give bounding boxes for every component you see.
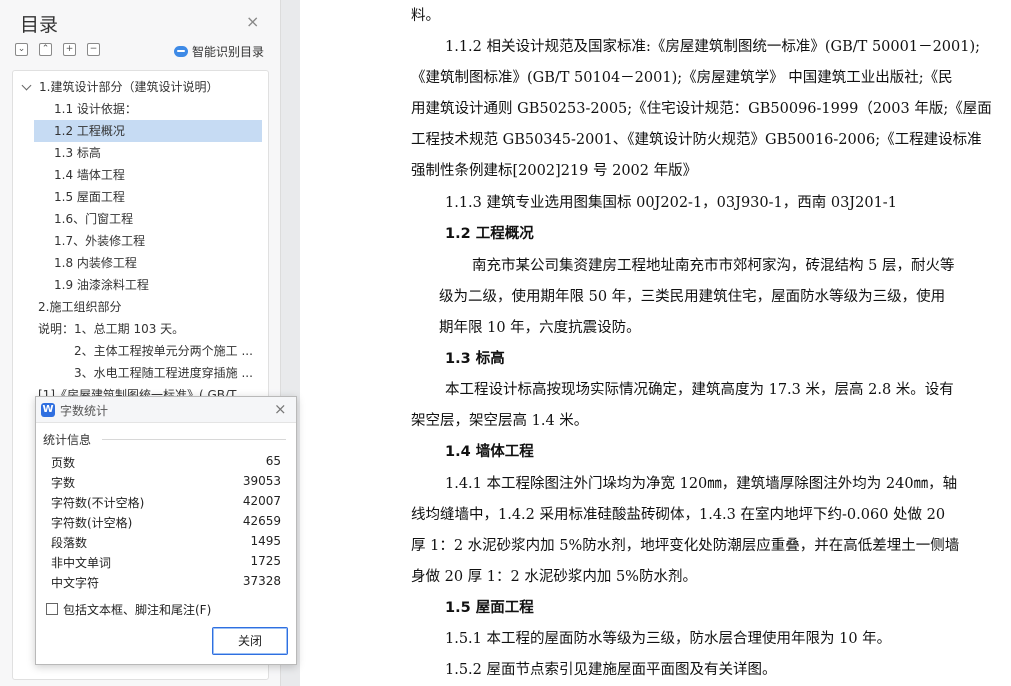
include-textbox-footnotes-label[interactable]: 包括文本框、脚注和尾注(F) [63, 601, 211, 618]
doc-line: 用建筑设计通则 GB50253-2005;《住宅设计规范：GB50096-199… [411, 101, 992, 117]
stat-label-chars-with-spaces: 字符数(计空格) [51, 516, 133, 530]
toc-item-1-6[interactable]: 1.6、门窗工程 [34, 208, 262, 230]
doc-line: 1.5.2 屋面节点索引见建施屋面平面图及有关详图。 [445, 662, 777, 678]
toc-panel-close-icon[interactable]: × [246, 12, 259, 31]
close-button[interactable]: 关闭 [212, 627, 288, 655]
doc-line: 级为二级，使用期年限 50 年，三类民用建筑住宅，屋面防水等级为三级，使用 [439, 289, 946, 305]
stat-value-non-chinese-words: 1725 [250, 554, 281, 568]
toc-item-1-3[interactable]: 1.3 标高 [34, 142, 262, 164]
doc-line: 厚 1：2 水泥砂浆内加 5%防水剂，地坪变化处防潮层应重叠，并在高低差埋土一侧… [411, 538, 960, 554]
stat-value-chars-with-spaces: 42659 [242, 514, 281, 528]
toc-item-1-9[interactable]: 1.9 油漆涂料工程 [34, 274, 262, 296]
smart-toc-button[interactable]: 智能识别目录 [174, 43, 264, 60]
remove-heading-icon[interactable]: − [87, 43, 100, 56]
toc-item-1-2[interactable]: 1.2 工程概况 [34, 120, 262, 142]
stat-label-chinese-chars: 中文字符 [51, 576, 100, 590]
stat-label-non-chinese-words: 非中文单词 [51, 556, 112, 570]
doc-line: 1.1.3 建筑专业选用图集国标 00J202-1，03J930-1，西南 03… [445, 195, 897, 211]
stats-section-title: 统计信息 [43, 433, 92, 447]
doc-line: 架空层，架空层高 1.4 米。 [411, 413, 589, 429]
section-heading-1-5: 1.5 屋面工程 [445, 600, 534, 616]
toc-item-1-4[interactable]: 1.4 墙体工程 [34, 164, 262, 186]
stat-label-pages: 页数 [51, 456, 76, 470]
section-heading-1-3: 1.3 标高 [445, 351, 505, 367]
toc-item-note-2[interactable]: 2、主体工程按单元分两个施工 ... [13, 340, 260, 362]
collapse-all-icon[interactable]: ⌄ [15, 43, 28, 56]
doc-line: 期年限 10 年，六度抗震设防。 [439, 320, 641, 336]
toc-item-1-5[interactable]: 1.5 屋面工程 [34, 186, 262, 208]
toc-item-1-7[interactable]: 1.7、外装修工程 [34, 230, 262, 252]
stat-label-words: 字数 [51, 476, 76, 490]
toc-item-chapter-2[interactable]: 2.施工组织部分 [13, 296, 268, 318]
ai-icon [174, 46, 188, 57]
doc-line: 工程技术规范 GB50345-2001、《建筑设计防火规范》GB50016-20… [411, 132, 982, 148]
doc-line: 1.5.1 本工程的屋面防水等级为三级，防水层合理使用年限为 10 年。 [445, 631, 892, 647]
chevron-down-icon[interactable] [21, 80, 32, 91]
doc-line: 料。 [411, 8, 440, 24]
document-page[interactable]: 料。 1.1.2 相关设计规范及国家标准:《房屋建筑制图统一标准》(GB/T 5… [300, 0, 1011, 686]
section-heading-1-4: 1.4 墙体工程 [445, 444, 534, 460]
word-count-dialog: W 字数统计 × 统计信息 页数 65 字数 39053 字符数(不计空格) 4… [35, 396, 297, 665]
wps-writer-icon: W [41, 403, 55, 417]
toc-item-label: 1.建筑设计部分（建筑设计说明） [39, 80, 219, 94]
doc-line: 1.1.2 相关设计规范及国家标准:《房屋建筑制图统一标准》(GB/T 5000… [445, 39, 981, 55]
expand-all-icon[interactable]: ⌃ [39, 43, 52, 56]
doc-line: 南充市某公司集资建房工程地址南充市市郊柯家沟，砖混结构 5 层，耐火等 [472, 258, 955, 274]
doc-line: 强制性条例建标[2002]219 号 2002 年版》 [411, 163, 698, 179]
include-textbox-footnotes-checkbox[interactable] [46, 603, 58, 615]
stat-label-chars-no-spaces: 字符数(不计空格) [51, 496, 145, 510]
toc-panel-title: 目录 [20, 14, 59, 36]
toc-item-1-8[interactable]: 1.8 内装修工程 [34, 252, 262, 274]
stat-value-pages: 65 [265, 454, 281, 468]
doc-line: 《建筑制图标准》(GB/T 50104－2001);《房屋建筑学》 中国建筑工业… [411, 70, 953, 86]
doc-line: 本工程设计标高按现场实际情况确定，建筑高度为 17.3 米，层高 2.8 米。设… [445, 382, 954, 398]
toc-item-chapter-1[interactable]: 1.建筑设计部分（建筑设计说明） [13, 76, 268, 98]
toc-item-note-3[interactable]: 3、水电工程随工程进度穿插施 ... [13, 362, 260, 384]
section-divider [102, 439, 286, 440]
stat-value-chinese-chars: 37328 [242, 574, 281, 588]
stat-value-paragraphs: 1495 [250, 534, 281, 548]
stat-value-chars-no-spaces: 42007 [242, 494, 281, 508]
stat-label-paragraphs: 段落数 [51, 536, 88, 550]
smart-toc-label: 智能识别目录 [192, 45, 265, 59]
section-heading-1-2: 1.2 工程概况 [445, 226, 534, 242]
add-heading-icon[interactable]: + [63, 43, 76, 56]
stat-value-words: 39053 [242, 474, 281, 488]
dialog-close-icon[interactable]: × [274, 400, 287, 418]
dialog-titlebar[interactable]: W 字数统计 × [36, 397, 296, 423]
dialog-title: 字数统计 [60, 404, 109, 418]
doc-line: 1.4.1 本工程除图注外门垛均为净宽 120㎜，建筑墙厚除图注外均为 240㎜… [445, 476, 958, 492]
doc-line: 线均缝墙中，1.4.2 采用标准硅酸盐砖砌体，1.4.3 在室内地坪下约-0.0… [411, 507, 946, 523]
doc-line: 身做 20 厚 1：2 水泥砂浆内加 5%防水剂。 [411, 569, 697, 585]
toc-item-note[interactable]: 说明：1、总工期 103 天。 [13, 318, 268, 340]
toc-item-1-1[interactable]: 1.1 设计依据： [34, 98, 262, 120]
